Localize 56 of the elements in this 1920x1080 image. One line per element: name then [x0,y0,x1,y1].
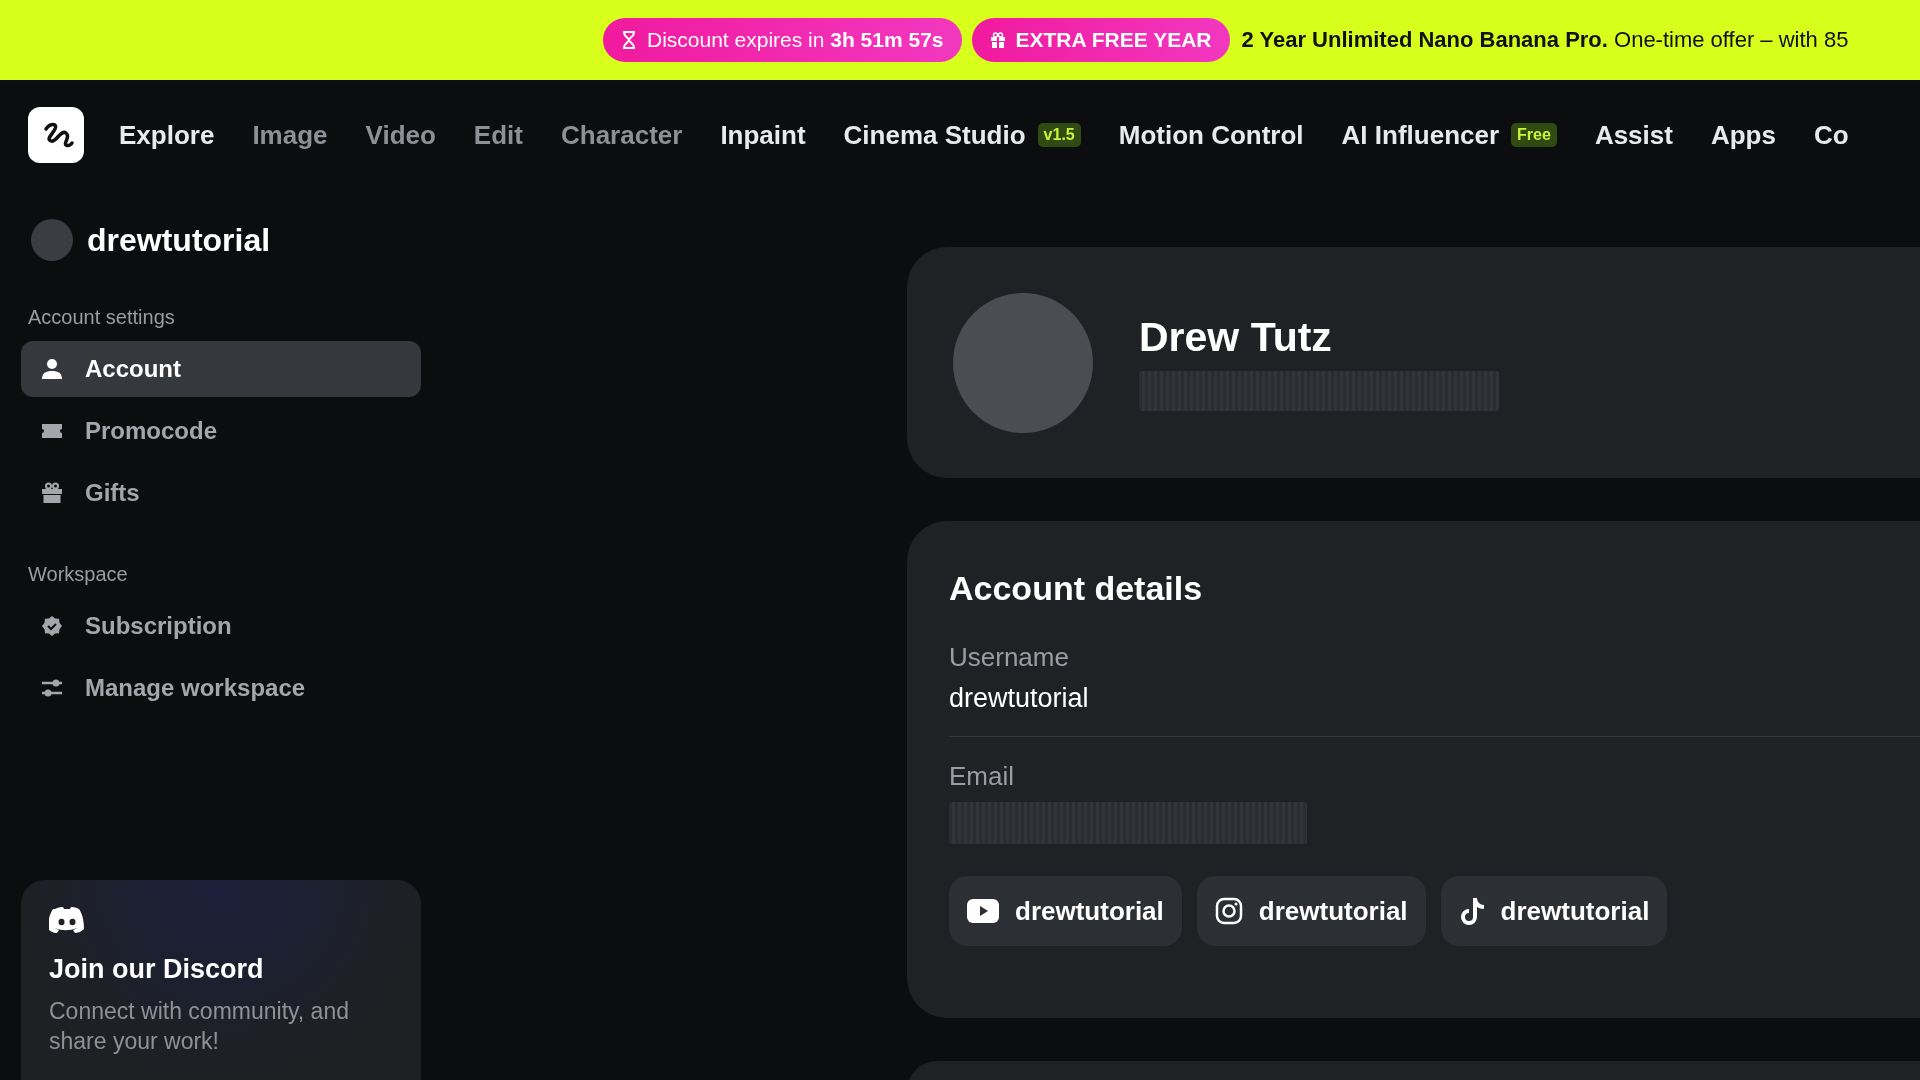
nav-link[interactable]: Co [1813,119,1849,151]
nav-link[interactable]: Explore [119,119,215,151]
nav-badge: Free [1511,123,1557,147]
gift-icon [989,32,1006,48]
nav-link[interactable]: AI Influencer Free [1341,119,1557,151]
discord-icon [49,906,85,934]
field-value: drewtutorial [949,683,1090,714]
sidebar-item-label[interactable]: Manage workspace [85,674,306,702]
camera-icon [1214,897,1243,925]
discount-timer-text: Discount expires in 3h 51m 57s [647,28,944,52]
discord-card[interactable]: Join our Discord Connect with community, and share your work! [21,880,421,1080]
username-heading: drewtutorial [87,221,271,259]
social-link-text[interactable]: drewtutorial [1500,895,1650,927]
discord-description: Connect with community, and share your work! [49,997,350,1056]
card-title: Account details [949,569,1204,608]
discord-title: Join our Discord [49,954,265,985]
sidebar-item-label[interactable]: Subscription [85,612,232,640]
nav-link[interactable]: Motion Control [1118,119,1304,151]
section-heading: Account settings [27,305,176,330]
play-button-icon [967,899,999,923]
offer-message: 2 Year Unlimited Nano Banana Pro. One-time offer – with 85 [1241,27,1849,53]
nav-link[interactable]: Inpaint [720,119,806,151]
profile-name: Drew Tutz [1139,314,1333,361]
music-note-icon [1458,896,1485,926]
sidebar-item[interactable]: Promocode [21,403,421,459]
check-badge-icon [41,615,63,637]
hourglass-icon [621,31,637,49]
sidebar-item[interactable]: Gifts [21,465,421,521]
sliders-icon [41,677,63,699]
sidebar-item-label[interactable]: Account [85,355,181,383]
social-link[interactable]: drewtutorial [1196,876,1426,946]
offer-text: EXTRA FREE YEAR [1015,28,1212,52]
nav-link[interactable]: Edit [473,119,523,151]
sidebar-item[interactable]: Subscription [21,598,421,654]
field-label: Username [949,642,1070,673]
nav-link[interactable]: Apps [1710,119,1776,151]
sidebar-item[interactable]: Account [21,341,421,397]
user-icon [41,358,63,380]
social-link[interactable]: drewtutorial [1440,876,1668,946]
app-logo-icon[interactable] [28,107,84,163]
nav-link[interactable]: Character [560,119,683,151]
avatar-placeholder [31,219,73,261]
nav-link[interactable]: Video [365,119,436,151]
nav-link[interactable]: Cinema Studio v1.5 [843,119,1081,151]
nav-link[interactable]: Assist [1594,119,1673,151]
social-link-text[interactable]: drewtutorial [1258,895,1408,927]
gift-icon [41,482,63,504]
section-heading: Workspace [27,562,129,587]
field-label: Email [949,761,1015,792]
social-link-text[interactable]: drewtutorial [1015,895,1164,927]
sidebar-item-label[interactable]: Gifts [85,479,140,507]
nav-link[interactable]: Image [252,119,328,151]
nav-badge: v1.5 [1037,123,1081,147]
sidebar-item-label[interactable]: Promocode [85,417,218,445]
sidebar-item[interactable]: Manage workspace [21,660,421,716]
social-link[interactable]: drewtutorial [949,876,1182,946]
